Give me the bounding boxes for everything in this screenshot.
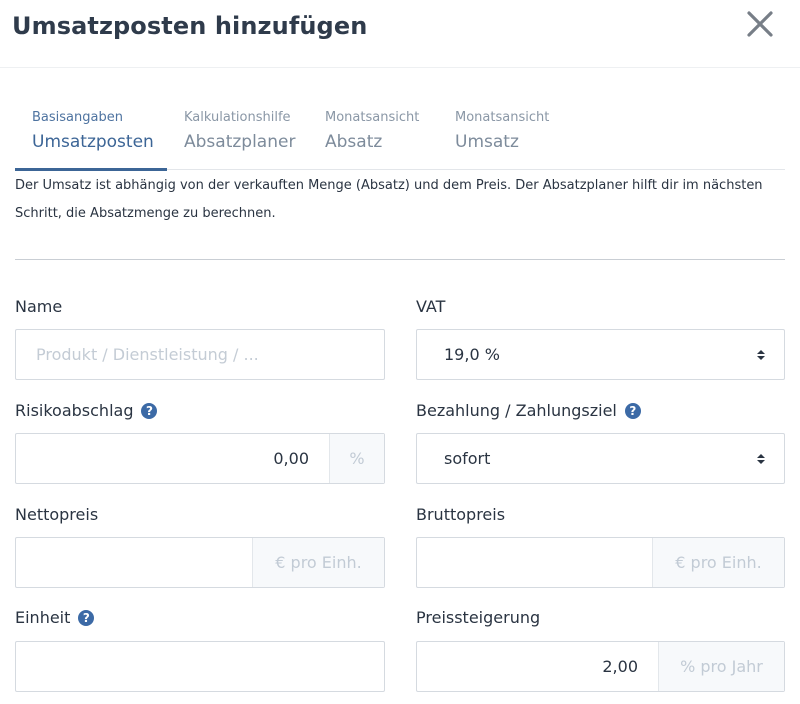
bruttopreis-group: € pro Einh.: [416, 537, 785, 588]
bruttopreis-label-text: Bruttopreis: [416, 505, 506, 524]
name-label-text: Name: [15, 297, 63, 316]
preissteigerung-label-text: Preissteigerung: [416, 608, 541, 627]
percent-addon: %: [329, 434, 384, 483]
nettopreis-input[interactable]: [16, 538, 252, 587]
risikoabschlag-group: %: [15, 433, 385, 484]
bezahlung-label: Bezahlung / Zahlungsziel ?: [416, 401, 641, 420]
sort-arrows-icon: [757, 350, 765, 360]
name-input[interactable]: [16, 330, 384, 379]
einheit-input[interactable]: [16, 642, 384, 691]
nettopreis-label: Nettopreis: [15, 505, 98, 524]
risikoabschlag-label: Risikoabschlag ?: [15, 401, 158, 420]
name-field-wrapper: [15, 329, 385, 380]
bezahlung-select[interactable]: sofort: [416, 433, 785, 484]
tab-label: Umsatz: [455, 132, 519, 152]
nettopreis-group: € pro Einh.: [15, 537, 385, 588]
risikoabschlag-input-wrap: [16, 434, 329, 483]
tab-absatz[interactable]: Monatsansicht Absatz: [325, 100, 435, 170]
divider: [15, 259, 785, 260]
bruttopreis-input[interactable]: [417, 538, 652, 587]
einheit-label: Einheit ?: [15, 608, 95, 627]
risikoabschlag-input[interactable]: [16, 434, 329, 483]
question-circle-icon[interactable]: ?: [624, 402, 641, 419]
tab-umsatz[interactable]: Monatsansicht Umsatz: [455, 100, 565, 170]
vat-select[interactable]: 19,0 %: [416, 329, 785, 380]
name-label: Name: [15, 297, 62, 316]
preissteigerung-input[interactable]: [417, 642, 658, 691]
vat-selected-value: 19,0 %: [444, 345, 500, 364]
einheit-field-wrapper: [15, 641, 385, 692]
preissteigerung-label: Preissteigerung: [416, 608, 540, 627]
einheit-label-text: Einheit: [15, 608, 71, 627]
tab-absatzplaner[interactable]: Kalkulationshilfe Absatzplaner: [184, 100, 306, 170]
vat-label: VAT: [416, 297, 445, 316]
tab-label: Absatz: [325, 132, 383, 152]
nettopreis-label-text: Nettopreis: [15, 505, 99, 524]
bezahlung-label-text: Bezahlung / Zahlungsziel: [416, 401, 617, 420]
tab-sublabel: Monatsansicht: [325, 110, 420, 125]
tab-sublabel: Monatsansicht: [455, 110, 550, 125]
euro-per-unit-addon: € pro Einh.: [652, 538, 784, 587]
euro-per-unit-addon: € pro Einh.: [252, 538, 384, 587]
question-circle-icon[interactable]: ?: [78, 609, 95, 626]
preissteigerung-input-wrap: [417, 642, 658, 691]
tab-bar: Basisangaben Umsatzposten Kalkulationshi…: [15, 100, 785, 171]
sort-arrows-icon: [757, 454, 765, 464]
modal-title: Umsatzposten hinzufügen: [12, 12, 368, 40]
modal-header: Umsatzposten hinzufügen: [0, 0, 800, 68]
intro-text: Der Umsatz ist abhängig von der verkauft…: [15, 178, 763, 221]
bezahlung-selected-value: sofort: [444, 449, 491, 468]
close-icon: [747, 11, 773, 37]
preissteigerung-group: % pro Jahr: [416, 641, 785, 692]
tab-sublabel: Basisangaben: [32, 110, 123, 125]
tab-label: Absatzplaner: [184, 132, 296, 152]
question-circle-icon[interactable]: ?: [141, 402, 158, 419]
bruttopreis-input-wrap: [417, 538, 652, 587]
tab-sublabel: Kalkulationshilfe: [184, 110, 291, 125]
vat-label-text: VAT: [416, 297, 446, 316]
tab-umsatzposten[interactable]: Basisangaben Umsatzposten: [15, 100, 167, 171]
close-button[interactable]: [744, 8, 776, 40]
nettopreis-input-wrap: [16, 538, 252, 587]
percent-per-year-addon: % pro Jahr: [658, 642, 784, 691]
tab-label: Umsatzposten: [32, 132, 154, 152]
bruttopreis-label: Bruttopreis: [416, 505, 505, 524]
risikoabschlag-label-text: Risikoabschlag: [15, 401, 134, 420]
